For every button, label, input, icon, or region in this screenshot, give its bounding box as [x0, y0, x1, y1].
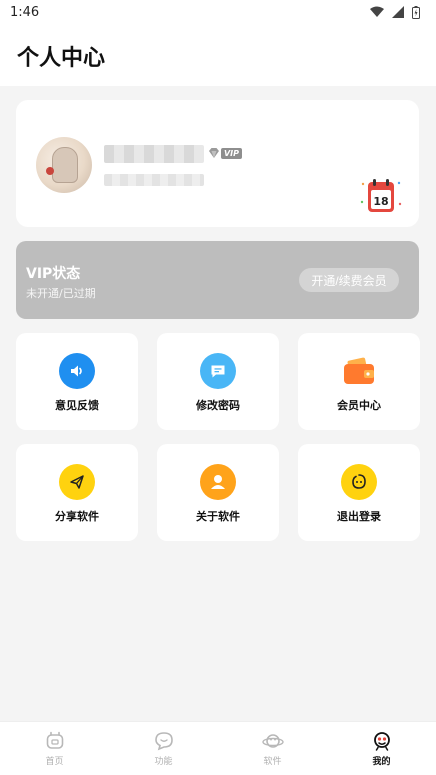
tab-home[interactable]: 首页 — [0, 722, 109, 775]
tile-member-center[interactable]: 会员中心 — [298, 333, 420, 430]
tile-label: 分享软件 — [55, 510, 99, 523]
speaker-icon — [59, 353, 95, 389]
home-icon — [46, 731, 63, 749]
vip-status-card: VIP状态 未开通/已过期 开通/续费会员 — [16, 241, 419, 319]
tab-software[interactable]: 软件 — [218, 722, 327, 775]
status-time: 1:46 — [10, 4, 40, 20]
diamond-icon — [208, 148, 219, 158]
user-id-blurred — [104, 174, 204, 186]
signal-icon — [392, 6, 404, 18]
page-header: 个人中心 — [0, 24, 436, 86]
status-bar: 1:46 — [0, 0, 436, 24]
tab-label: 功能 — [154, 757, 173, 767]
vip-badge: VIP — [208, 146, 242, 160]
tab-mine[interactable]: 我的 — [327, 722, 436, 775]
vip-badge-label: VIP — [220, 147, 242, 159]
wallet-icon — [341, 353, 377, 389]
tab-label: 我的 — [372, 757, 391, 767]
tile-label: 会员中心 — [337, 399, 381, 412]
tile-label: 退出登录 — [337, 510, 381, 523]
message-icon — [200, 353, 236, 389]
person-icon — [200, 464, 236, 500]
chat-bubble-icon — [154, 732, 173, 751]
tile-feedback[interactable]: 意见反馈 — [16, 333, 138, 430]
status-icons — [370, 5, 420, 19]
wifi-icon — [370, 6, 384, 17]
function-grid: 意见反馈 修改密码 会员中心 分享软件 关于软件 退出登录 — [16, 333, 420, 541]
page-title: 个人中心 — [17, 46, 106, 71]
vip-status-text: 未开通/已过期 — [26, 287, 96, 300]
avatar[interactable] — [36, 137, 92, 193]
avatar-dot — [46, 167, 54, 175]
tab-label: 软件 — [263, 757, 282, 767]
username-blurred — [104, 145, 204, 163]
bottom-tab-bar: 首页 功能 软件 我的 — [0, 721, 436, 775]
tile-label: 修改密码 — [196, 399, 240, 412]
tab-functions[interactable]: 功能 — [109, 722, 218, 775]
planet-icon — [261, 734, 284, 748]
renew-vip-button[interactable]: 开通/续费会员 — [299, 268, 399, 292]
profile-card[interactable]: VIP 18 — [16, 100, 419, 227]
calendar-day: 18 — [373, 195, 388, 208]
tab-label: 首页 — [45, 757, 64, 767]
tile-share-app[interactable]: 分享软件 — [16, 444, 138, 541]
vip-status-title: VIP状态 — [26, 266, 81, 282]
avatar-figure — [52, 147, 78, 183]
tile-about-app[interactable]: 关于软件 — [157, 444, 279, 541]
tile-label: 关于软件 — [196, 510, 240, 523]
battery-icon — [412, 5, 420, 19]
calendar-checkin-icon[interactable]: 18 — [359, 176, 403, 216]
paper-plane-icon — [59, 464, 95, 500]
tile-label: 意见反馈 — [55, 399, 99, 412]
profile-icon — [373, 732, 390, 751]
tile-logout[interactable]: 退出登录 — [298, 444, 420, 541]
tile-change-password[interactable]: 修改密码 — [157, 333, 279, 430]
face-icon — [341, 464, 377, 500]
